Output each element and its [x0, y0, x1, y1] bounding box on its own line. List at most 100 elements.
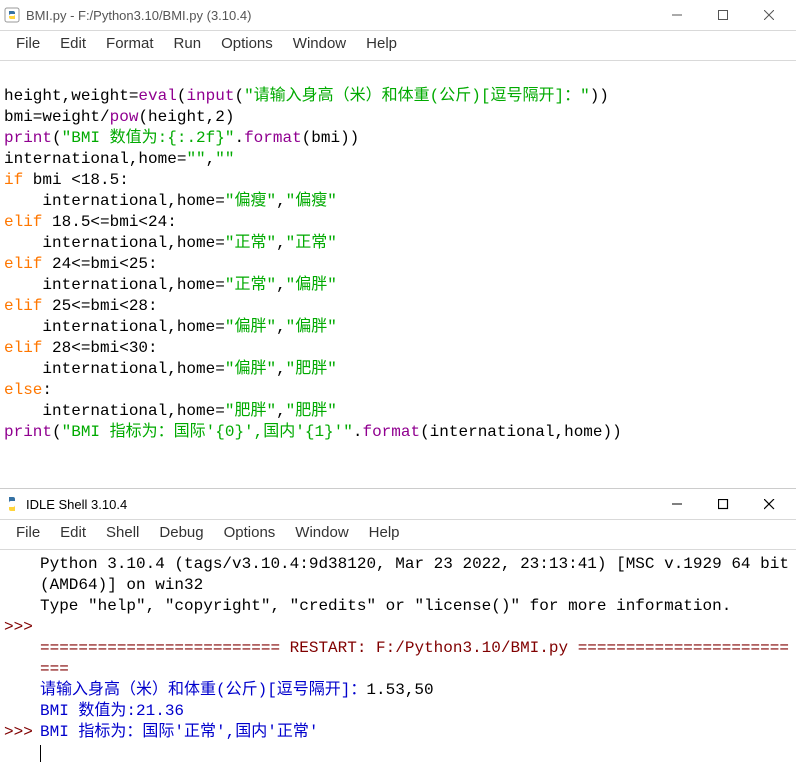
code-token: 28<=bmi<30: [42, 339, 157, 357]
code-token: , [276, 360, 286, 378]
code-token: print [4, 423, 52, 441]
code-token: , [276, 192, 286, 210]
code-token: ( [52, 423, 62, 441]
shell-input-prompt: 请输入身高（米）和体重(公斤)[逗号隔开]： [40, 681, 366, 699]
close-button[interactable] [746, 0, 792, 30]
editor-window: BMI.py - F:/Python3.10/BMI.py (3.10.4) F… [0, 0, 796, 472]
code-token: "" [186, 150, 205, 168]
code-token: international,home= [4, 360, 225, 378]
shell-prompt-gutter: >>> >>> [4, 554, 38, 764]
code-token: 25<=bmi<28: [42, 297, 157, 315]
code-token: . [234, 129, 244, 147]
menu-window[interactable]: Window [283, 33, 356, 54]
code-token: elif [4, 339, 42, 357]
code-token: elif [4, 213, 42, 231]
shell-window: IDLE Shell 3.10.4 File Edit Shell Debug … [0, 488, 796, 766]
code-token: 18.5<=bmi<24: [42, 213, 176, 231]
code-token: ( [52, 129, 62, 147]
code-token: )) [590, 87, 609, 105]
shell-titlebar: IDLE Shell 3.10.4 [0, 489, 796, 519]
code-token: 24<=bmi<25: [42, 255, 157, 273]
menu-shell[interactable]: Shell [96, 522, 149, 543]
menu-debug[interactable]: Debug [149, 522, 213, 543]
window-controls [654, 489, 792, 519]
menu-file[interactable]: File [6, 33, 50, 54]
shell-output-line: BMI 数值为:21.36 [40, 701, 792, 722]
code-token: "正常" [225, 234, 276, 252]
minimize-button[interactable] [654, 0, 700, 30]
code-token: eval [138, 87, 176, 105]
menu-options[interactable]: Options [211, 33, 283, 54]
shell-banner: Python 3.10.4 (tags/v3.10.4:9d38120, Mar… [40, 554, 792, 596]
code-token: elif [4, 297, 42, 315]
menu-options[interactable]: Options [214, 522, 286, 543]
code-token: , [276, 234, 286, 252]
code-token: "偏胖" [286, 276, 337, 294]
menu-help[interactable]: Help [356, 33, 407, 54]
shell-window-title: IDLE Shell 3.10.4 [26, 497, 654, 512]
menu-run[interactable]: Run [164, 33, 212, 54]
text-cursor [40, 745, 41, 762]
shell-restart-line: ========================= RESTART: F:/Py… [40, 638, 792, 680]
close-button[interactable] [746, 489, 792, 519]
window-controls [654, 0, 792, 30]
code-token: "肥胖" [286, 360, 337, 378]
editor-window-title: BMI.py - F:/Python3.10/BMI.py (3.10.4) [26, 8, 654, 23]
menu-help[interactable]: Help [359, 522, 410, 543]
menu-file[interactable]: File [6, 522, 50, 543]
shell-prompt: >>> [4, 617, 37, 638]
menu-edit[interactable]: Edit [50, 522, 96, 543]
editor-menubar: File Edit Format Run Options Window Help [0, 31, 796, 60]
menu-edit[interactable]: Edit [50, 33, 96, 54]
minimize-button[interactable] [654, 489, 700, 519]
menu-format[interactable]: Format [96, 33, 164, 54]
maximize-button[interactable] [700, 0, 746, 30]
code-token: , [276, 402, 286, 420]
shell-output-area[interactable]: >>> >>> Python 3.10.4 (tags/v3.10.4:9d38… [0, 552, 796, 766]
code-token: (international,home)) [420, 423, 622, 441]
code-token: height,weight= [4, 87, 138, 105]
code-token: "BMI 数值为:{:.2f}" [62, 129, 235, 147]
code-token: international,home= [4, 402, 225, 420]
code-token: format [362, 423, 420, 441]
shell-menubar: File Edit Shell Debug Options Window Hel… [0, 520, 796, 549]
code-token: "偏瘦" [286, 192, 337, 210]
python-file-icon [4, 7, 20, 23]
code-token: ( [234, 87, 244, 105]
code-token: "BMI 指标为：国际'{0}',国内'{1}'" [62, 423, 353, 441]
code-token: international,home= [4, 234, 225, 252]
code-token: bmi <18.5: [23, 171, 129, 189]
shell-prompt: >>> [4, 722, 37, 743]
code-editor[interactable]: height,weight=eval(input("请输入身高（米）和体重(公斤… [0, 63, 796, 472]
code-token: "正常" [286, 234, 337, 252]
code-token: , [276, 276, 286, 294]
code-token: "正常" [225, 276, 276, 294]
code-token: bmi=weight/ [4, 108, 110, 126]
code-token: , [206, 150, 216, 168]
code-token: "偏胖" [225, 360, 276, 378]
code-token: "偏胖" [225, 318, 276, 336]
code-token: (height,2) [138, 108, 234, 126]
code-token: ( [177, 87, 187, 105]
maximize-button[interactable] [700, 489, 746, 519]
shell-body: Python 3.10.4 (tags/v3.10.4:9d38120, Mar… [38, 554, 792, 764]
code-token: , [276, 318, 286, 336]
code-token: "偏胖" [286, 318, 337, 336]
shell-output-line: BMI 指标为：国际'正常',国内'正常' [40, 722, 792, 743]
code-token: "偏瘦" [225, 192, 276, 210]
code-token: international,home= [4, 318, 225, 336]
code-token: if [4, 171, 23, 189]
code-token: international,home= [4, 276, 225, 294]
code-token: "肥胖" [286, 402, 337, 420]
code-token: else [4, 381, 42, 399]
code-token: international,home= [4, 192, 225, 210]
code-token: : [42, 381, 52, 399]
python-idle-icon [4, 496, 20, 512]
code-token: pow [110, 108, 139, 126]
code-token: "" [215, 150, 234, 168]
code-token: international,home= [4, 150, 186, 168]
menu-window[interactable]: Window [285, 522, 358, 543]
editor-titlebar: BMI.py - F:/Python3.10/BMI.py (3.10.4) [0, 0, 796, 30]
code-token: "请输入身高（米）和体重(公斤)[逗号隔开]：" [244, 87, 590, 105]
shell-user-input: 1.53,50 [366, 681, 433, 699]
